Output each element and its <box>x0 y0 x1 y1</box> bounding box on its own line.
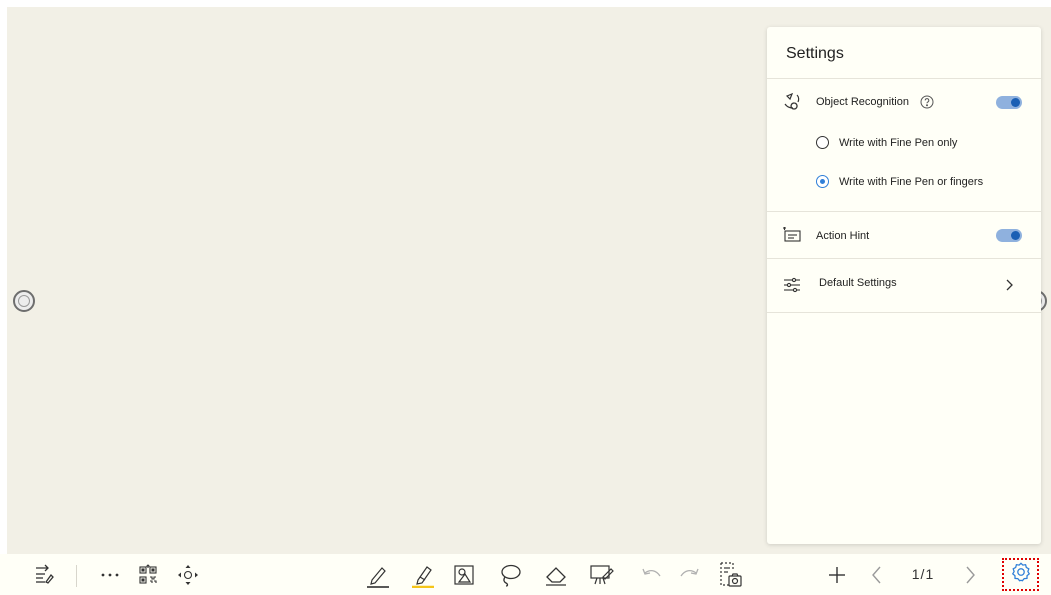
notebook-switch-icon[interactable] <box>30 554 56 595</box>
bottom-toolbar: 1/1 <box>0 554 1051 595</box>
settings-button[interactable] <box>1002 558 1039 591</box>
toolbar-separator <box>76 565 77 587</box>
lasso-icon[interactable] <box>497 554 523 595</box>
divider <box>767 211 1041 212</box>
move-icon[interactable] <box>175 554 201 595</box>
object-recognition-label: Object Recognition <box>816 96 909 108</box>
divider <box>767 312 1041 313</box>
present-icon[interactable] <box>588 554 616 595</box>
fine-pen-or-fingers-radio[interactable] <box>816 175 829 188</box>
add-page-icon[interactable] <box>825 554 849 595</box>
object-recognition-toggle[interactable] <box>996 96 1022 109</box>
page-indicator: 1/1 <box>911 566 935 582</box>
action-hint-icon <box>782 227 802 248</box>
undo-icon[interactable] <box>640 554 664 595</box>
sliders-icon <box>783 277 801 298</box>
eraser-icon[interactable] <box>542 554 570 595</box>
divider <box>767 258 1041 259</box>
panel-title: Settings <box>786 45 844 62</box>
fine-pen-or-fingers-label[interactable]: Write with Fine Pen or fingers <box>839 176 983 188</box>
fine-pen-only-label[interactable]: Write with Fine Pen only <box>839 137 957 149</box>
divider <box>767 78 1041 79</box>
object-recognition-icon <box>783 92 801 115</box>
settings-panel: Settings Object Recognition Write with F… <box>767 27 1041 544</box>
default-settings-label[interactable]: Default Settings <box>819 277 897 289</box>
qr-code-icon[interactable] <box>136 554 160 595</box>
left-resize-handle[interactable] <box>13 290 35 312</box>
chevron-right-icon[interactable] <box>1004 278 1014 297</box>
redo-icon[interactable] <box>677 554 701 595</box>
fine-pen-only-radio[interactable] <box>816 136 829 149</box>
settings-icon <box>1010 561 1032 588</box>
fine-pen-icon[interactable] <box>364 554 392 595</box>
next-page-icon[interactable] <box>960 554 980 595</box>
prev-page-icon[interactable] <box>867 554 887 595</box>
action-hint-label: Action Hint <box>816 230 870 242</box>
action-hint-toggle[interactable] <box>996 229 1022 242</box>
shape-icon[interactable] <box>452 554 476 595</box>
highlighter-icon[interactable] <box>409 554 437 595</box>
screenshot-icon[interactable] <box>716 554 744 595</box>
more-icon[interactable] <box>98 554 122 595</box>
help-icon[interactable] <box>920 95 934 114</box>
